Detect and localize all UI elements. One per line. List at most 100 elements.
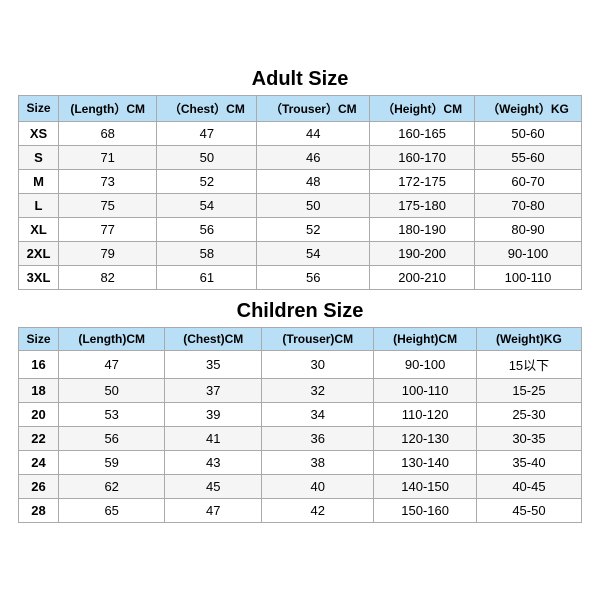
adult-cell-r0-c3: 44	[257, 121, 370, 145]
adult-size-table: Size(Length）CM（Chest）CM（Trouser）CM（Heigh…	[18, 95, 582, 290]
adult-cell-r5-c1: 79	[59, 241, 157, 265]
adult-cell-r3-c1: 75	[59, 193, 157, 217]
children-cell-r0-c0: 16	[19, 350, 59, 378]
adult-cell-r1-c1: 71	[59, 145, 157, 169]
adult-cell-r4-c3: 52	[257, 217, 370, 241]
adult-cell-r5-c3: 54	[257, 241, 370, 265]
adult-cell-r0-c1: 68	[59, 121, 157, 145]
children-cell-r2-c0: 20	[19, 402, 59, 426]
adult-cell-r3-c2: 54	[157, 193, 257, 217]
adult-cell-r5-c2: 58	[157, 241, 257, 265]
adult-cell-r3-c5: 70-80	[475, 193, 582, 217]
size-chart: Adult Size Size(Length）CM（Chest）CM（Trous…	[10, 60, 590, 541]
children-cell-r1-c3: 32	[262, 378, 374, 402]
adult-cell-r4-c2: 56	[157, 217, 257, 241]
children-cell-r4-c3: 38	[262, 450, 374, 474]
adult-cell-r6-c4: 200-210	[370, 265, 475, 289]
children-cell-r6-c2: 47	[165, 498, 262, 522]
children-cell-r5-c3: 40	[262, 474, 374, 498]
children-cell-r1-c2: 37	[165, 378, 262, 402]
children-cell-r3-c5: 30-35	[476, 426, 581, 450]
adult-table-row: 2XL795854190-20090-100	[19, 241, 582, 265]
children-cell-r3-c4: 120-130	[374, 426, 477, 450]
children-cell-r3-c3: 36	[262, 426, 374, 450]
children-cell-r0-c1: 47	[59, 350, 165, 378]
adult-cell-r6-c1: 82	[59, 265, 157, 289]
adult-cell-r2-c5: 60-70	[475, 169, 582, 193]
adult-table-row: L755450175-18070-80	[19, 193, 582, 217]
children-cell-r5-c4: 140-150	[374, 474, 477, 498]
adult-table-row: XL775652180-19080-90	[19, 217, 582, 241]
children-cell-r2-c2: 39	[165, 402, 262, 426]
adult-cell-r4-c0: XL	[19, 217, 59, 241]
adult-cell-r0-c2: 47	[157, 121, 257, 145]
adult-cell-r6-c5: 100-110	[475, 265, 582, 289]
adult-cell-r3-c3: 50	[257, 193, 370, 217]
adult-cell-r6-c2: 61	[157, 265, 257, 289]
children-cell-r5-c0: 26	[19, 474, 59, 498]
children-col-header-4: (Height)CM	[374, 327, 477, 350]
children-cell-r6-c0: 28	[19, 498, 59, 522]
adult-cell-r5-c0: 2XL	[19, 241, 59, 265]
adult-cell-r6-c3: 56	[257, 265, 370, 289]
adult-table-body: XS684744160-16550-60S715046160-17055-60M…	[19, 121, 582, 289]
children-cell-r6-c5: 45-50	[476, 498, 581, 522]
children-cell-r3-c0: 22	[19, 426, 59, 450]
children-cell-r0-c5: 15以下	[476, 350, 581, 378]
children-table-row: 22564136120-13030-35	[19, 426, 582, 450]
adult-cell-r1-c0: S	[19, 145, 59, 169]
children-cell-r4-c0: 24	[19, 450, 59, 474]
adult-cell-r1-c5: 55-60	[475, 145, 582, 169]
children-col-header-2: (Chest)CM	[165, 327, 262, 350]
adult-col-header-2: （Chest）CM	[157, 95, 257, 121]
children-table-row: 1647353090-10015以下	[19, 350, 582, 378]
children-cell-r5-c5: 40-45	[476, 474, 581, 498]
adult-cell-r1-c3: 46	[257, 145, 370, 169]
children-cell-r5-c2: 45	[165, 474, 262, 498]
adult-cell-r2-c2: 52	[157, 169, 257, 193]
children-cell-r6-c3: 42	[262, 498, 374, 522]
adult-cell-r2-c4: 172-175	[370, 169, 475, 193]
children-cell-r0-c3: 30	[262, 350, 374, 378]
adult-cell-r3-c0: L	[19, 193, 59, 217]
adult-cell-r5-c4: 190-200	[370, 241, 475, 265]
adult-cell-r4-c1: 77	[59, 217, 157, 241]
adult-cell-r2-c1: 73	[59, 169, 157, 193]
children-cell-r0-c2: 35	[165, 350, 262, 378]
children-cell-r2-c4: 110-120	[374, 402, 477, 426]
adult-cell-r3-c4: 175-180	[370, 193, 475, 217]
children-col-header-3: (Trouser)CM	[262, 327, 374, 350]
children-cell-r0-c4: 90-100	[374, 350, 477, 378]
children-cell-r3-c1: 56	[59, 426, 165, 450]
children-table-row: 24594338130-14035-40	[19, 450, 582, 474]
adult-col-header-4: （Height）CM	[370, 95, 475, 121]
children-table-row: 26624540140-15040-45	[19, 474, 582, 498]
adult-cell-r1-c4: 160-170	[370, 145, 475, 169]
adult-cell-r4-c4: 180-190	[370, 217, 475, 241]
adult-cell-r2-c0: M	[19, 169, 59, 193]
adult-col-header-3: （Trouser）CM	[257, 95, 370, 121]
children-cell-r4-c4: 130-140	[374, 450, 477, 474]
children-cell-r6-c4: 150-160	[374, 498, 477, 522]
children-cell-r1-c1: 50	[59, 378, 165, 402]
children-table-row: 28654742150-16045-50	[19, 498, 582, 522]
children-cell-r3-c2: 41	[165, 426, 262, 450]
adult-title: Adult Size	[18, 68, 582, 91]
children-table-body: 1647353090-10015以下18503732100-11015-2520…	[19, 350, 582, 522]
adult-cell-r5-c5: 90-100	[475, 241, 582, 265]
adult-cell-r0-c5: 50-60	[475, 121, 582, 145]
children-table-row: 18503732100-11015-25	[19, 378, 582, 402]
children-title: Children Size	[18, 300, 582, 323]
adult-table-row: S715046160-17055-60	[19, 145, 582, 169]
adult-col-header-1: (Length）CM	[59, 95, 157, 121]
adult-table-row: M735248172-17560-70	[19, 169, 582, 193]
children-cell-r4-c5: 35-40	[476, 450, 581, 474]
adult-cell-r2-c3: 48	[257, 169, 370, 193]
adult-cell-r0-c0: XS	[19, 121, 59, 145]
children-cell-r4-c1: 59	[59, 450, 165, 474]
adult-cell-r6-c0: 3XL	[19, 265, 59, 289]
children-table-row: 20533934110-12025-30	[19, 402, 582, 426]
adult-cell-r4-c5: 80-90	[475, 217, 582, 241]
children-cell-r1-c5: 15-25	[476, 378, 581, 402]
adult-col-header-0: Size	[19, 95, 59, 121]
